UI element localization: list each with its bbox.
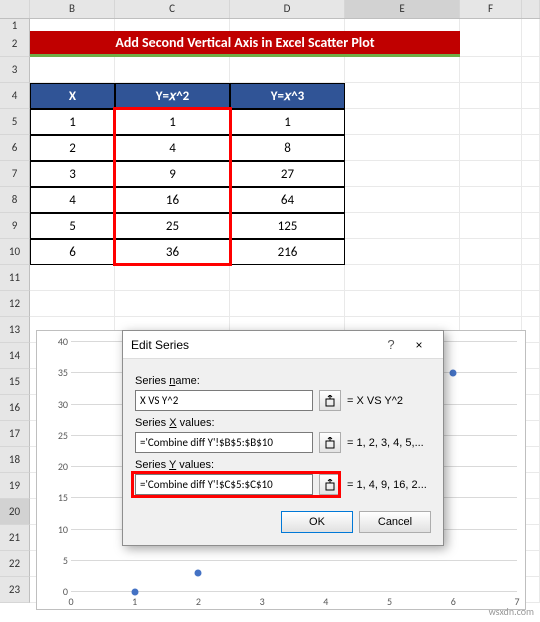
label-series-name: Series name: [135, 375, 431, 387]
row-head-6[interactable]: 6 [0, 135, 30, 161]
y-tick-label: 5 [40, 554, 68, 567]
data-point[interactable] [131, 588, 138, 595]
close-icon[interactable]: × [403, 338, 435, 352]
hdr-y3[interactable]: Y=𝑥^3 [230, 83, 345, 109]
hdr-x[interactable]: X [30, 83, 115, 109]
x-tick-label: 1 [125, 595, 145, 608]
col-head-b[interactable]: B [30, 0, 115, 18]
y-tick-label: 25 [40, 429, 68, 442]
x-tick-label: 4 [316, 595, 336, 608]
x-tick-label: 0 [61, 595, 81, 608]
help-icon[interactable]: ? [379, 337, 403, 352]
row-head-2[interactable]: 2 [0, 31, 30, 57]
series-y-input[interactable] [135, 474, 313, 495]
data-point[interactable] [450, 370, 457, 377]
y-tick-label: 40 [40, 335, 68, 348]
range-select-button[interactable] [319, 432, 341, 453]
dialog-titlebar[interactable]: Edit Series ? × [123, 331, 443, 359]
hdr-y2[interactable]: Y=𝑥^2 [115, 83, 230, 109]
range-select-button[interactable] [319, 474, 341, 495]
col-head-c[interactable]: C [115, 0, 230, 18]
y-tick-label: 30 [40, 398, 68, 411]
row-head-4[interactable]: 4 [0, 83, 30, 109]
dialog-title: Edit Series [131, 338, 379, 352]
col-head-d[interactable]: D [230, 0, 345, 18]
row-head-7[interactable]: 7 [0, 161, 30, 187]
y-tick-label: 35 [40, 366, 68, 379]
series-name-input[interactable] [135, 390, 313, 411]
ok-button[interactable]: OK [281, 511, 353, 533]
table-row: 10 6 36 216 [0, 239, 540, 265]
col-head-e[interactable]: E [345, 0, 460, 18]
x-tick-label: 6 [443, 595, 463, 608]
table-row: 6 2 4 8 [0, 135, 540, 161]
x-tick-label: 5 [380, 595, 400, 608]
table-row: 7 3 9 27 [0, 161, 540, 187]
row-head-8[interactable]: 8 [0, 187, 30, 213]
col-head-blank[interactable] [0, 0, 30, 18]
label-series-x: Series X values: [135, 417, 431, 429]
table-row: 9 5 25 125 [0, 213, 540, 239]
range-select-button[interactable] [319, 390, 341, 411]
data-point[interactable] [195, 570, 202, 577]
cancel-button[interactable]: Cancel [359, 511, 431, 533]
row-head-5[interactable]: 5 [0, 109, 30, 135]
row-head-9[interactable]: 9 [0, 213, 30, 239]
y-tick-label: 20 [40, 460, 68, 473]
series-name-preview: = X VS Y^2 [347, 395, 403, 407]
cell-x[interactable]: 1 [30, 109, 115, 135]
series-x-preview: = 1, 2, 3, 4, 5,... [347, 437, 424, 449]
y-tick-label: 10 [40, 523, 68, 536]
watermark: wsxdn.com [489, 605, 534, 618]
x-tick-label: 2 [188, 595, 208, 608]
table-row: 8 4 16 64 [0, 187, 540, 213]
column-headers: B C D E F [0, 0, 540, 19]
title-banner[interactable]: Add Second Vertical Axis in Excel Scatte… [30, 31, 460, 57]
table-row: 5 1 1 1 [0, 109, 540, 135]
y-tick-label: 15 [40, 491, 68, 504]
series-x-input[interactable] [135, 432, 313, 453]
x-tick-label: 3 [252, 595, 272, 608]
edit-series-dialog: Edit Series ? × Series name: = X VS Y^2 … [122, 330, 444, 546]
cell-y2[interactable]: 1 [115, 109, 230, 135]
cell-y3[interactable]: 1 [230, 109, 345, 135]
row-head-3[interactable]: 3 [0, 57, 30, 83]
label-series-y: Series Y values: [135, 459, 431, 471]
col-head-f[interactable]: F [460, 0, 522, 18]
col-head-edge [522, 0, 540, 18]
row-head-10[interactable]: 10 [0, 239, 30, 265]
series-y-preview: = 1, 4, 9, 16, 2... [347, 479, 427, 491]
